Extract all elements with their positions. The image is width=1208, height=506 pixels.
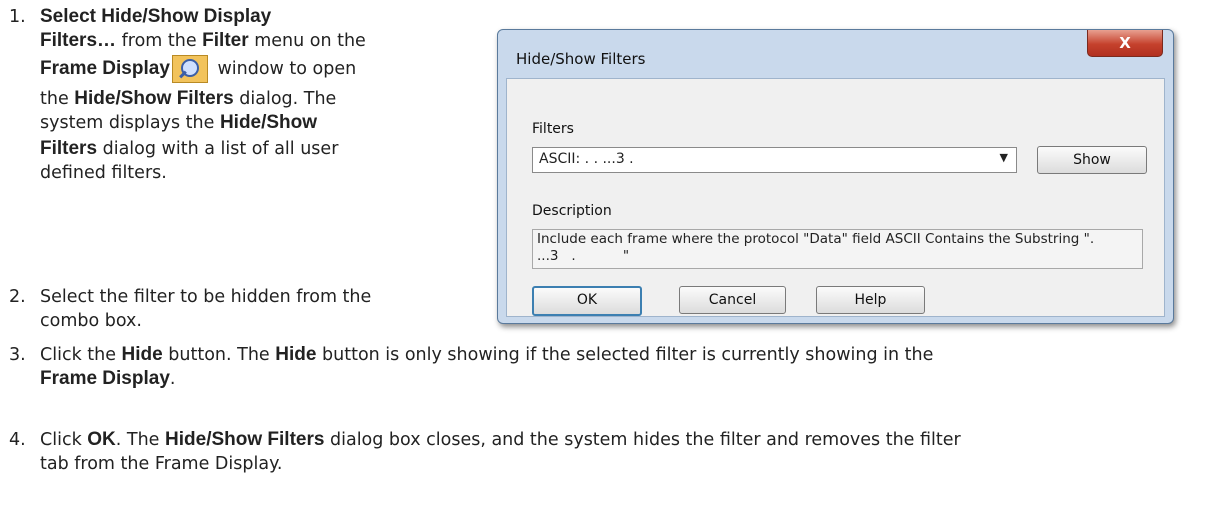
text-run: dialog with a list of all user [97,139,339,159]
close-button[interactable]: X [1087,30,1163,57]
filter-combo-box[interactable]: ASCII: . . ...3 . ▼ [532,147,1017,173]
step-number: 3. [9,345,26,365]
text-run: defined filters. [40,163,167,183]
text-line: defined filters. [40,161,167,185]
text-line: Click OK. The Hide/Show Filters dialog b… [40,428,961,452]
text-run: from the [116,31,203,51]
chevron-down-icon[interactable]: ▼ [1000,151,1008,164]
text-line: system displays the Hide/Show [40,111,317,135]
text-run: . The [115,430,166,450]
text-run: Select the filter to be hidden from the [40,287,372,307]
combo-value: ASCII: . . ...3 . [539,151,634,167]
bold-text: Frame Display [40,368,170,389]
frame-display-icon [171,55,208,83]
cancel-button[interactable]: Cancel [679,286,786,314]
text-run: tab from the Frame Display. [40,454,283,474]
bold-text: Frame Display [40,58,170,79]
text-run: Click the [40,345,122,365]
bold-text: Hide [121,344,163,365]
bold-text: Select Hide/Show Display [40,6,272,27]
hide-show-filters-dialog: Hide/Show Filters X Filters ASCII: . . .… [497,29,1174,324]
text-line: Select Hide/Show Display [40,5,271,29]
text-run: dialog box closes, and the system hides … [324,430,961,450]
text-run: button is only showing if the selected f… [316,345,934,365]
bold-text: Filters [40,138,98,159]
text-line: Filters… from the Filter menu on the [40,29,366,53]
bold-text: Hide [275,344,317,365]
dialog-title: Hide/Show Filters [516,50,646,68]
bold-text: Filters… [40,30,117,51]
description-label: Description [532,203,612,219]
bold-text: Hide/Show [219,112,318,133]
text-line: Frame Display window to open [40,55,356,83]
text-line: Click the Hide button. The Hide button i… [40,343,933,367]
dialog-body: Filters ASCII: . . ...3 . ▼ Show Descrip… [506,78,1165,317]
filters-label: Filters [532,121,574,137]
text-line: Filters dialog with a list of all user [40,137,338,161]
description-box: Include each frame where the protocol "D… [532,229,1143,269]
text-line: Frame Display. [40,367,175,391]
bold-text: Hide/Show Filters [74,88,234,109]
help-button[interactable]: Help [816,286,925,314]
text-run: button. The [162,345,276,365]
text-run: dialog. The [233,89,337,109]
text-run: Click [40,430,88,450]
text-line: Select the filter to be hidden from the [40,285,371,309]
text-line: the Hide/Show Filters dialog. The [40,87,336,111]
bold-text: OK [87,429,116,450]
step-number: 4. [9,430,26,450]
text-run: . [169,369,176,389]
text-run: combo box. [40,311,142,331]
text-run: window to open [211,59,357,79]
bold-text: Hide/Show Filters [165,429,325,450]
step-number: 2. [9,287,26,307]
bold-text: Filter [202,30,249,51]
text-run: system displays the [40,113,220,133]
text-run: menu on the [248,31,366,51]
text-line: tab from the Frame Display. [40,452,283,476]
ok-button[interactable]: OK [532,286,642,316]
text-run: the [40,89,75,109]
step-number: 1. [9,7,26,27]
text-line: combo box. [40,309,142,333]
show-button[interactable]: Show [1037,146,1147,174]
